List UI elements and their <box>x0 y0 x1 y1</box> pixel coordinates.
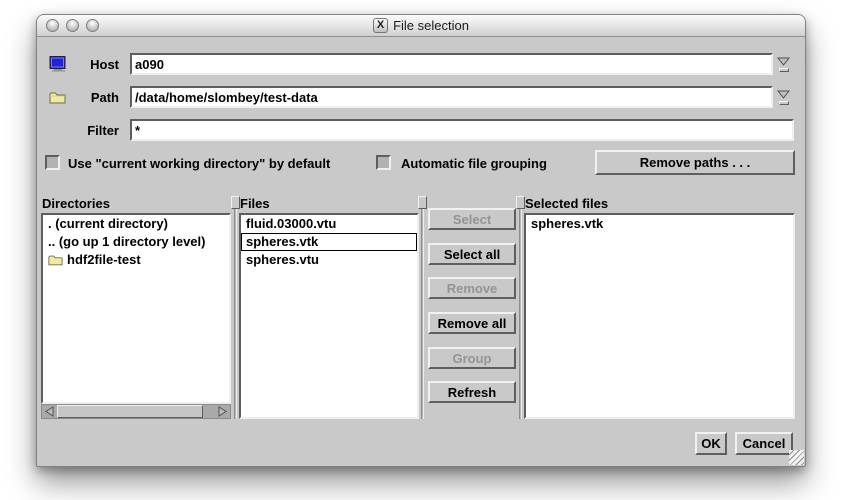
filter-row: Filter <box>49 118 794 142</box>
filter-input[interactable] <box>130 119 794 141</box>
title-group: X File selection <box>373 18 469 33</box>
splitter-sash[interactable] <box>519 199 522 419</box>
chevron-down-icon <box>777 57 790 66</box>
folder-icon <box>49 91 75 104</box>
path-row: Path <box>49 85 794 109</box>
host-label: Host <box>75 57 119 72</box>
list-item[interactable]: .. (go up 1 directory level) <box>43 233 229 251</box>
path-label: Path <box>75 90 119 105</box>
scrollbar-thumb[interactable] <box>57 405 203 418</box>
list-item-selected[interactable]: spheres.vtk <box>241 233 417 251</box>
host-combo <box>130 53 794 75</box>
files-list[interactable]: fluid.03000.vtu spheres.vtk spheres.vtu <box>239 213 419 419</box>
group-button[interactable]: Group <box>428 347 516 369</box>
remove-button[interactable]: Remove <box>428 277 516 299</box>
host-input[interactable] <box>130 53 773 75</box>
window-controls <box>46 19 99 32</box>
remove-paths-button[interactable]: Remove paths . . . <box>595 150 795 175</box>
combo-dash <box>779 68 789 72</box>
directories-list[interactable]: . (current directory) .. (go up 1 direct… <box>41 213 231 404</box>
list-item[interactable]: spheres.vtk <box>526 215 793 233</box>
window-title: File selection <box>393 18 469 33</box>
splitter-handle[interactable] <box>516 196 525 209</box>
path-input[interactable] <box>130 86 773 108</box>
selected-files-label: Selected files <box>525 196 608 211</box>
close-button[interactable] <box>46 19 59 32</box>
host-row: Host <box>49 52 794 76</box>
filter-label: Filter <box>75 123 119 138</box>
zoom-button[interactable] <box>86 19 99 32</box>
host-dropdown-button[interactable] <box>773 53 794 75</box>
resize-grip-icon[interactable] <box>789 450 804 465</box>
file-selection-dialog: X File selection Host <box>36 14 806 467</box>
list-item[interactable]: fluid.03000.vtu <box>241 215 417 233</box>
cwd-checkbox[interactable] <box>45 155 60 170</box>
select-all-button[interactable]: Select all <box>428 243 516 265</box>
triangle-right-icon <box>218 406 227 417</box>
scroll-left-button[interactable] <box>42 405 57 418</box>
splitter-handle[interactable] <box>418 196 427 209</box>
splitter-sash[interactable] <box>421 199 424 419</box>
selected-files-list[interactable]: spheres.vtk <box>524 213 795 419</box>
minimize-button[interactable] <box>66 19 79 32</box>
scroll-right-button[interactable] <box>215 405 230 418</box>
file-grouping-checkbox-label: Automatic file grouping <box>401 156 547 171</box>
files-label: Files <box>240 196 270 211</box>
path-dropdown-button[interactable] <box>773 86 794 108</box>
chevron-down-icon <box>777 90 790 99</box>
path-combo <box>130 86 794 108</box>
titlebar[interactable]: X File selection <box>37 15 805 37</box>
cancel-button[interactable]: Cancel <box>735 432 793 455</box>
refresh-button[interactable]: Refresh <box>428 381 516 403</box>
triangle-left-icon <box>45 406 54 417</box>
list-item[interactable]: spheres.vtu <box>241 251 417 269</box>
splitter-sash[interactable] <box>234 199 237 419</box>
horizontal-scrollbar[interactable] <box>41 404 231 419</box>
directories-label: Directories <box>42 196 110 211</box>
list-item[interactable]: . (current directory) <box>43 215 229 233</box>
folder-icon <box>48 254 63 266</box>
remove-all-button[interactable]: Remove all <box>428 312 516 334</box>
splitter-handle[interactable] <box>231 196 240 209</box>
ok-button[interactable]: OK <box>695 432 727 455</box>
x11-icon: X <box>373 18 388 33</box>
list-item[interactable]: hdf2file-test <box>43 251 229 269</box>
combo-dash <box>779 101 789 105</box>
select-button[interactable]: Select <box>428 208 516 230</box>
cwd-checkbox-label: Use "current working directory" by defau… <box>68 156 330 171</box>
computer-icon <box>49 56 75 72</box>
file-grouping-checkbox[interactable] <box>376 155 391 170</box>
